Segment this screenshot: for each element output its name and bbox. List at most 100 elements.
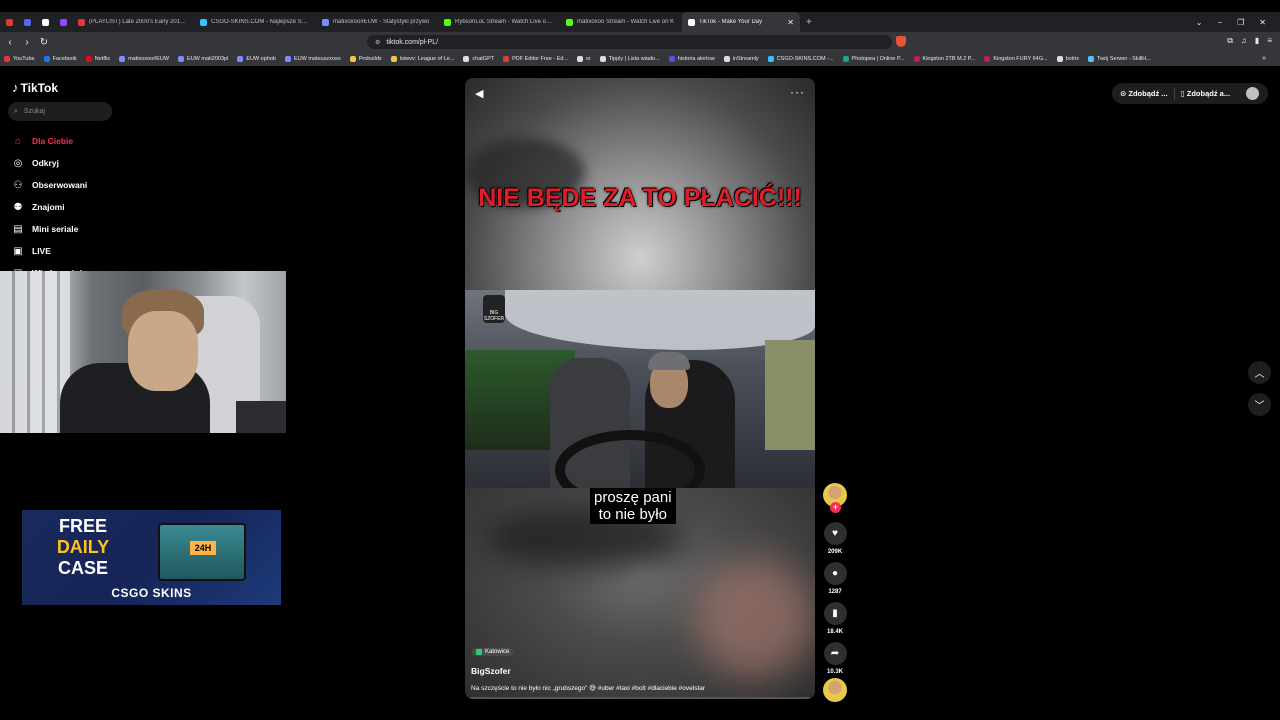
sidebar-icon[interactable]: ▮ xyxy=(1255,36,1259,46)
chevron-up-icon: ︿ xyxy=(1254,369,1265,380)
sidebar-nav: ⌂ Dla Ciebie ◎ Odkryj ⚇ Obserwowani ⚉ Znajomi ▤ M… xyxy=(12,130,87,284)
extensions-icon[interactable]: ⧉ xyxy=(1227,36,1233,46)
bookmark-item[interactable]: sr xyxy=(577,56,591,62)
bookmark-label: YouTube xyxy=(13,56,35,62)
tab-favicon-icon xyxy=(41,18,49,26)
sidebar-item-series[interactable]: ▤ Mini seriale xyxy=(12,218,87,240)
more-options-icon[interactable]: ··· xyxy=(790,85,805,99)
sidebar-item-home[interactable]: ⌂ Dla Ciebie xyxy=(12,130,87,152)
brave-shield-icon[interactable] xyxy=(896,36,906,47)
bookmark-item[interactable]: Tipply | Lista wiado... xyxy=(599,56,660,62)
close-tab-icon[interactable]: ✕ xyxy=(787,18,794,27)
bookmark-item[interactable]: Photopea | Online P... xyxy=(842,56,905,62)
series-icon: ▤ xyxy=(13,223,23,235)
sidebar-item-compass[interactable]: ◎ Odkryj xyxy=(12,152,87,174)
site-info-icon[interactable]: ⚙ xyxy=(375,39,380,46)
bookmark-item[interactable]: EUW mateuszxoxo xyxy=(284,56,341,62)
music-disc-avatar[interactable] xyxy=(823,678,847,702)
promo-brand: CSGO SKINS xyxy=(111,586,192,600)
bookmark-item[interactable]: inStreamly xyxy=(723,56,759,62)
media-icon[interactable]: ♫ xyxy=(1241,36,1247,46)
bookmark-label: EUW mati2003pl xyxy=(187,56,229,62)
browser-tab[interactable]: (PLAYLIST) Late 2000's Early 2010's m xyxy=(72,12,194,32)
tab-favicon-icon xyxy=(200,18,207,26)
minimize-button[interactable]: − xyxy=(1217,18,1222,27)
address-bar[interactable]: ⚙ tiktok.com/pl-PL/ xyxy=(367,35,892,49)
tab-search-icon[interactable]: ⌄ xyxy=(1196,18,1203,27)
sidebar-item-live[interactable]: ▣ LIVE xyxy=(12,240,87,262)
browser-tab[interactable]: TikTok - Make Your Day ✕ xyxy=(682,12,800,32)
reload-button[interactable]: ↻ xyxy=(37,37,51,48)
url-text: tiktok.com/pl-PL/ xyxy=(386,38,439,46)
bookmark-item[interactable]: Kingston FURY 64G... xyxy=(984,56,1048,62)
follow-plus-icon[interactable]: + xyxy=(830,502,841,513)
forward-button[interactable]: › xyxy=(20,37,34,48)
next-video-button[interactable]: ﹀ xyxy=(1248,393,1271,416)
video-player[interactable]: NIE BĘDE ZA TO PŁACIĆ!!! BIG SZOFER pros… xyxy=(465,78,815,699)
close-window-button[interactable]: ✕ xyxy=(1259,18,1266,27)
browser-tab[interactable] xyxy=(36,12,54,32)
bookmark-item[interactable]: loiwvv: League of Le... xyxy=(390,56,454,62)
tab-favicon-icon xyxy=(78,18,85,26)
bookmark-item[interactable]: Twój Serwer - SkillH... xyxy=(1088,56,1151,62)
like-button[interactable]: ♥ xyxy=(823,522,847,545)
bookmark-favicon-icon xyxy=(668,56,675,62)
browser-tab[interactable]: RybsonLoL Stream - Watch Live on K xyxy=(438,12,560,32)
promo-banner[interactable]: FREE DAILY CASE 24H CSGO SKINS xyxy=(22,510,281,605)
bookmark-item[interactable]: Kingston 2TB M.2 P... xyxy=(913,56,975,62)
bookmark-item[interactable]: YouTube xyxy=(4,56,35,62)
bookmark-favicon-icon xyxy=(913,56,920,62)
bookmark-favicon-icon xyxy=(119,56,126,62)
car-right-window xyxy=(765,340,815,450)
new-tab-button[interactable]: + xyxy=(800,17,818,28)
bookmark-item[interactable]: historia alertow xyxy=(668,56,715,62)
previous-video-button[interactable]: ︿ xyxy=(1248,361,1271,384)
bookmark-item[interactable]: PDF Editor Free - Ed... xyxy=(503,56,568,62)
browser-tab[interactable] xyxy=(54,12,72,32)
get-coins-button[interactable]: ⊙ Zdobądź ... xyxy=(1120,89,1168,98)
sidebar-item-friends[interactable]: ⚉ Znajomi xyxy=(12,196,87,218)
browser-tab[interactable] xyxy=(0,12,18,32)
sidebar-item-label: Dla Ciebie xyxy=(32,136,74,146)
bookmark-item[interactable]: Facebook xyxy=(43,56,77,62)
share-count: 10.3K xyxy=(826,669,843,675)
browser-tab[interactable]: matixoxoo#EUW - Statystyki przywo xyxy=(316,12,438,32)
profile-avatar[interactable] xyxy=(1246,87,1260,100)
sidebar-item-user-follow[interactable]: ⚇ Obserwowani xyxy=(12,174,88,196)
video-blur-hand xyxy=(695,558,815,678)
bookmark-item[interactable]: matixoxoo#EUW xyxy=(119,56,169,62)
save-button[interactable]: ▮ xyxy=(823,602,847,625)
search-input[interactable]: ⌕ Szukaj xyxy=(8,102,112,121)
browser-tab[interactable] xyxy=(18,12,36,32)
author-avatar[interactable]: + xyxy=(823,483,847,513)
bookmark-item[interactable]: CSGO-SKINS.COM -... xyxy=(767,56,834,62)
menu-icon[interactable]: ≡ xyxy=(1267,36,1272,46)
back-button[interactable]: ‹ xyxy=(3,37,17,48)
bookmark-item[interactable]: EUW mati2003pl xyxy=(178,56,228,62)
share-button[interactable]: ➦ xyxy=(823,642,847,665)
bookmark-item[interactable]: chatGPT xyxy=(463,56,494,62)
location-tag[interactable]: Katowice xyxy=(472,648,514,656)
bookmark-item[interactable]: Probuilds xyxy=(349,56,382,62)
bookmark-item[interactable]: Netflix xyxy=(85,56,110,62)
tab-title: matixoxoo Stream - Watch Live on K xyxy=(577,19,675,25)
bookmark-favicon-icon xyxy=(577,56,584,62)
video-progress-bar[interactable] xyxy=(470,697,810,699)
window-controls: ⌄ − ❐ ✕ xyxy=(1196,12,1280,32)
bookmark-label: Facebook xyxy=(52,56,77,62)
tiktok-logo[interactable]: ♪ TikTok xyxy=(12,80,58,95)
bookmark-label: inStreamly xyxy=(732,56,759,62)
comment-button[interactable]: ● xyxy=(823,562,847,585)
volume-icon[interactable]: ◀︎ xyxy=(475,87,483,100)
bookmark-item[interactable]: EUW ophob xyxy=(237,56,276,62)
restore-button[interactable]: ❐ xyxy=(1237,18,1244,27)
author-name[interactable]: BigSzofer xyxy=(471,666,511,676)
bookmark-item[interactable]: botrix xyxy=(1056,56,1079,62)
browser-tab[interactable]: matixoxoo Stream - Watch Live on K xyxy=(560,12,682,32)
tab-title: (PLAYLIST) Late 2000's Early 2010's m xyxy=(89,19,188,25)
divider xyxy=(1173,87,1175,100)
browser-tab[interactable]: CSGO-SKINS.COM - Najlepsze Skrzy xyxy=(194,12,316,32)
friends-icon: ⚉ xyxy=(13,201,23,213)
bookmarks-overflow-icon[interactable]: » xyxy=(1262,52,1266,66)
get-app-button[interactable]: ▯ Zdobądź a... xyxy=(1181,89,1231,98)
